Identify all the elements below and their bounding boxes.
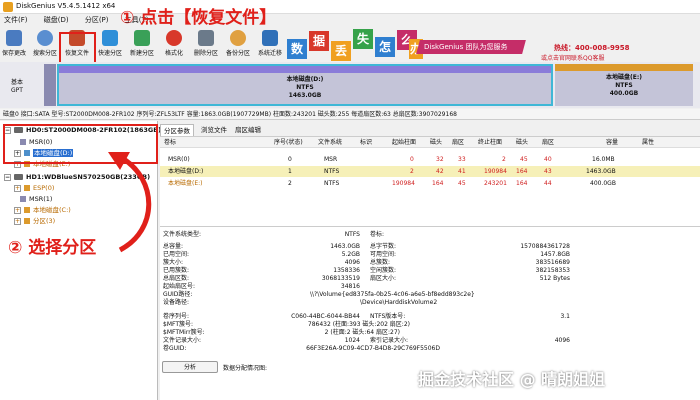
new-partition-button[interactable]: 新建分区 xyxy=(128,28,156,60)
delete-partition-button[interactable]: 删除分区 xyxy=(192,28,220,60)
menu-partition[interactable]: 分区(P) xyxy=(85,14,109,26)
format-button[interactable]: 格式化 xyxy=(160,28,188,60)
table-row[interactable]: 本地磁盘(E:) 2 NTFS 190984 164 45 243201 164… xyxy=(160,178,700,189)
search-icon xyxy=(37,30,53,46)
delete-partition-icon xyxy=(198,30,214,46)
allocation-map-label: 数据分配情况图: xyxy=(223,365,268,372)
app-logo-icon xyxy=(3,2,13,12)
watermark-text: 掘金技术社区 @ 晴朗姐姐 xyxy=(418,370,606,389)
tab-browse-files[interactable]: 浏览文件 xyxy=(198,124,230,136)
quick-partition-button[interactable]: 快速分区 xyxy=(96,28,124,60)
partition-icon xyxy=(20,196,26,202)
format-icon xyxy=(166,30,182,46)
expand-icon: + xyxy=(14,206,21,214)
annotation-arrow-icon xyxy=(108,152,152,253)
system-migrate-icon xyxy=(262,30,278,46)
partition-block-msr[interactable] xyxy=(44,64,56,106)
hotline-sub-text: 或点击官网联系QQ客服 xyxy=(541,55,605,62)
menu-file[interactable]: 文件(F) xyxy=(4,14,28,26)
quick-partition-icon xyxy=(102,30,118,46)
disk-info-line: 磁盘0 接口:SATA 型号:ST2000DM008-2FR102 序列号:ZF… xyxy=(0,109,700,120)
app-title: DiskGenius V5.4.5.1412 x64 xyxy=(16,2,116,10)
backup-partition-icon xyxy=(230,30,246,46)
save-changes-button[interactable]: 保存更改 xyxy=(0,28,28,60)
tree-partition-esp[interactable]: + ESP(0) xyxy=(14,184,54,193)
tab-bar: 分区参数 浏览文件 扇区编辑 xyxy=(160,124,700,136)
partition-icon xyxy=(24,185,30,191)
table-row[interactable]: 本地磁盘(D:) 1 NTFS 2 42 41 190984 164 43 14… xyxy=(160,166,700,177)
search-partition-button[interactable]: 搜索分区 xyxy=(31,28,59,60)
collapse-icon: − xyxy=(4,173,11,181)
tab-sector-editor[interactable]: 扇区编辑 xyxy=(232,124,264,136)
save-icon xyxy=(6,30,22,46)
backup-partition-button[interactable]: 备份分区 xyxy=(224,28,252,60)
hard-disk-icon xyxy=(14,174,23,180)
banner-char: 丢 xyxy=(331,41,351,61)
banner-char: 数 xyxy=(287,39,307,59)
system-migrate-button[interactable]: 系统迁移 xyxy=(256,28,284,60)
brand-banner: DiskGenius 团队为您服务 xyxy=(416,40,526,54)
partition-block-d[interactable]: 本地磁盘(D:) NTFS 1463.0GB xyxy=(57,64,553,106)
annotation-step2: ② 选择分区 xyxy=(8,238,97,258)
banner-char: 失 xyxy=(353,29,373,49)
title-bar: DiskGenius V5.4.5.1412 x64 xyxy=(0,0,700,14)
recover-files-highlight xyxy=(59,32,96,65)
disk-type-label: 基本 GPT xyxy=(10,79,23,94)
partition-block-e[interactable]: 本地磁盘(E:) NTFS 400.0GB xyxy=(555,64,693,106)
partition-table: 卷标 序号(状态) 文件系统 标识 起始柱面 磁头 扇区 终止柱面 磁头 扇区 … xyxy=(160,136,700,226)
tree-partition-c[interactable]: + 本地磁盘(C:) xyxy=(14,206,71,215)
table-row[interactable]: MSR(0) 0 MSR 0 32 33 2 45 40 16.0MB xyxy=(160,154,700,165)
tree-partition-3[interactable]: + 分区(3) xyxy=(14,217,55,226)
expand-icon: + xyxy=(14,217,21,225)
banner-char: 据 xyxy=(309,31,329,51)
partition-icon xyxy=(24,207,30,213)
tab-partition-params[interactable]: 分区参数 xyxy=(160,124,194,136)
analyze-button[interactable]: 分析 xyxy=(162,361,218,373)
hotline-text: 热线：400-008-9958 xyxy=(554,44,630,52)
expand-icon: + xyxy=(14,184,21,192)
table-header: 卷标 序号(状态) 文件系统 标识 起始柱面 磁头 扇区 终止柱面 磁头 扇区 … xyxy=(160,137,700,148)
banner-char: 怎 xyxy=(375,37,395,57)
partition-icon xyxy=(24,218,30,224)
toolbar: 保存更改 搜索分区 恢复文件 快速分区 新建分区 格式化 删除分区 备份分区 系… xyxy=(0,26,290,60)
menu-disk[interactable]: 磁盘(D) xyxy=(44,14,69,26)
annotation-step1: ① 点击【恢复文件】 xyxy=(120,8,277,28)
new-partition-icon xyxy=(134,30,150,46)
tree-partition-msr1[interactable]: MSR(1) xyxy=(20,195,52,204)
